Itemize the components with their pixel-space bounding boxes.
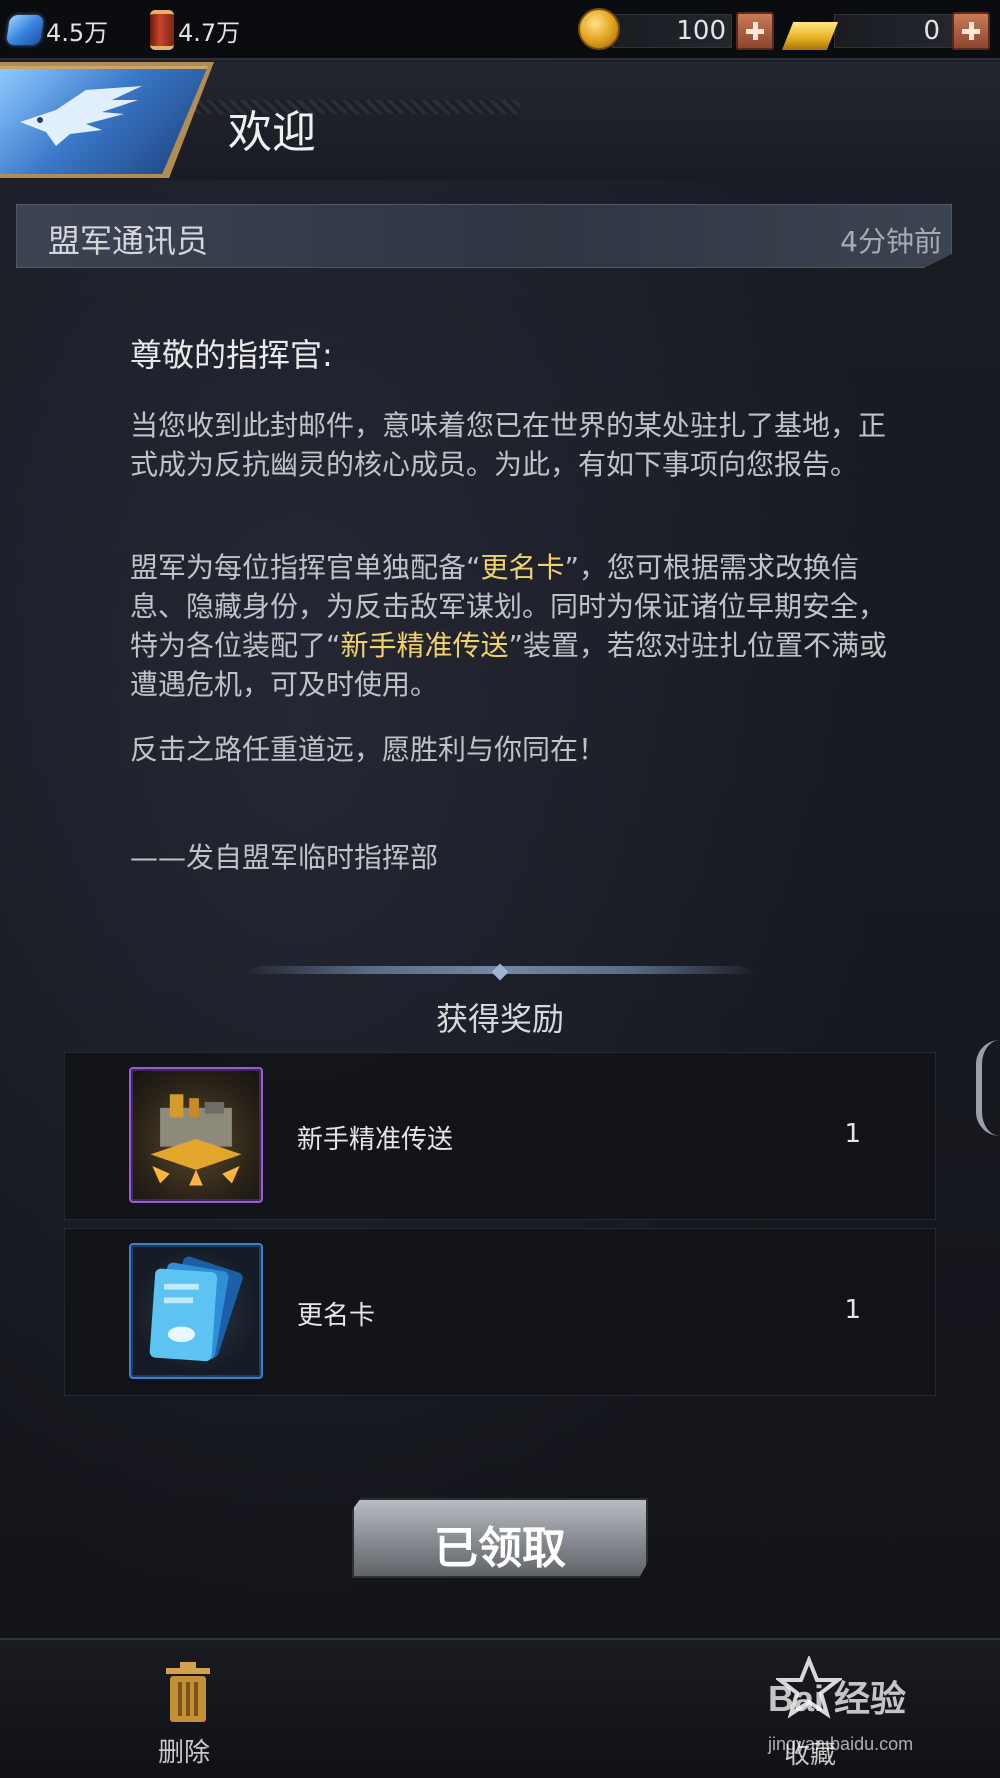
oil-barrel-icon (150, 10, 174, 50)
coin-icon (578, 8, 620, 50)
reward-item[interactable]: 更名卡 1 (64, 1228, 936, 1396)
oil-amount: 4.7万 (178, 18, 241, 47)
letter-greeting: 尊敬的指挥官: (130, 336, 333, 374)
coin-icon-wrap (578, 8, 620, 50)
sender-name: 盟军通讯员 (48, 222, 209, 260)
trash-icon[interactable] (162, 1660, 214, 1724)
add-coin-button[interactable] (736, 12, 774, 50)
crystal-icon (5, 15, 45, 45)
add-gold-button[interactable] (952, 12, 990, 50)
baidu-watermark: Bai 经验 (768, 1678, 907, 1719)
side-drawer-handle[interactable] (976, 1040, 1000, 1136)
letter-paragraph-1: 当您收到此封邮件，意味着您已在世界的某处驻扎了基地，正式成为反抗幽灵的核心成员。… (130, 409, 887, 481)
letter-signature: ——发自盟军临时指挥部 (130, 841, 439, 874)
coin-amount: 100 (676, 16, 726, 46)
reward-name: 新手精准传送 (297, 1125, 454, 1155)
teleport-highlight: 新手精准传送 (340, 629, 509, 662)
reward-name: 更名卡 (297, 1301, 376, 1331)
reward-count: 1 (844, 1119, 861, 1149)
eagle-icon (20, 86, 142, 146)
letter-paragraph-2: 盟军为每位指挥官单独配备“更名卡”，您可根据需求改换信息、隐藏身份，为反击敌军谋… (130, 548, 890, 704)
paragraph-2-text-a: 盟军为每位指挥官单独配备“ (130, 551, 481, 584)
teleport-icon (129, 1067, 263, 1203)
reward-item[interactable]: 新手精准传送 1 (64, 1052, 936, 1220)
gold-amount: 0 (923, 16, 940, 46)
reward-count: 1 (844, 1295, 861, 1325)
sent-time: 4分钟前 (840, 225, 942, 258)
delete-label[interactable]: 删除 (158, 1732, 210, 1769)
oil-resource[interactable]: 4.7万 (150, 10, 240, 50)
rename-card-highlight: 更名卡 (480, 551, 565, 584)
reward-section-title: 获得奖励 (435, 1000, 564, 1038)
gold-icon-wrap (782, 16, 838, 56)
teleport-device-icon (150, 1094, 242, 1186)
gold-bar-icon (782, 22, 838, 50)
letter-paragraph-3: 反击之路任重道远，愿胜利与你同在！ (130, 733, 607, 766)
rename-cards-icon (149, 1256, 243, 1362)
claimed-button-label: 已领取 (434, 1523, 566, 1574)
crystal-resource[interactable]: 4.5万 (5, 10, 109, 50)
crystal-amount: 4.5万 (46, 18, 109, 47)
baidu-watermark-url: jingyan.baidu.com (768, 1734, 914, 1754)
rename-card-icon (129, 1243, 263, 1379)
page-title: 欢迎 (228, 107, 316, 158)
